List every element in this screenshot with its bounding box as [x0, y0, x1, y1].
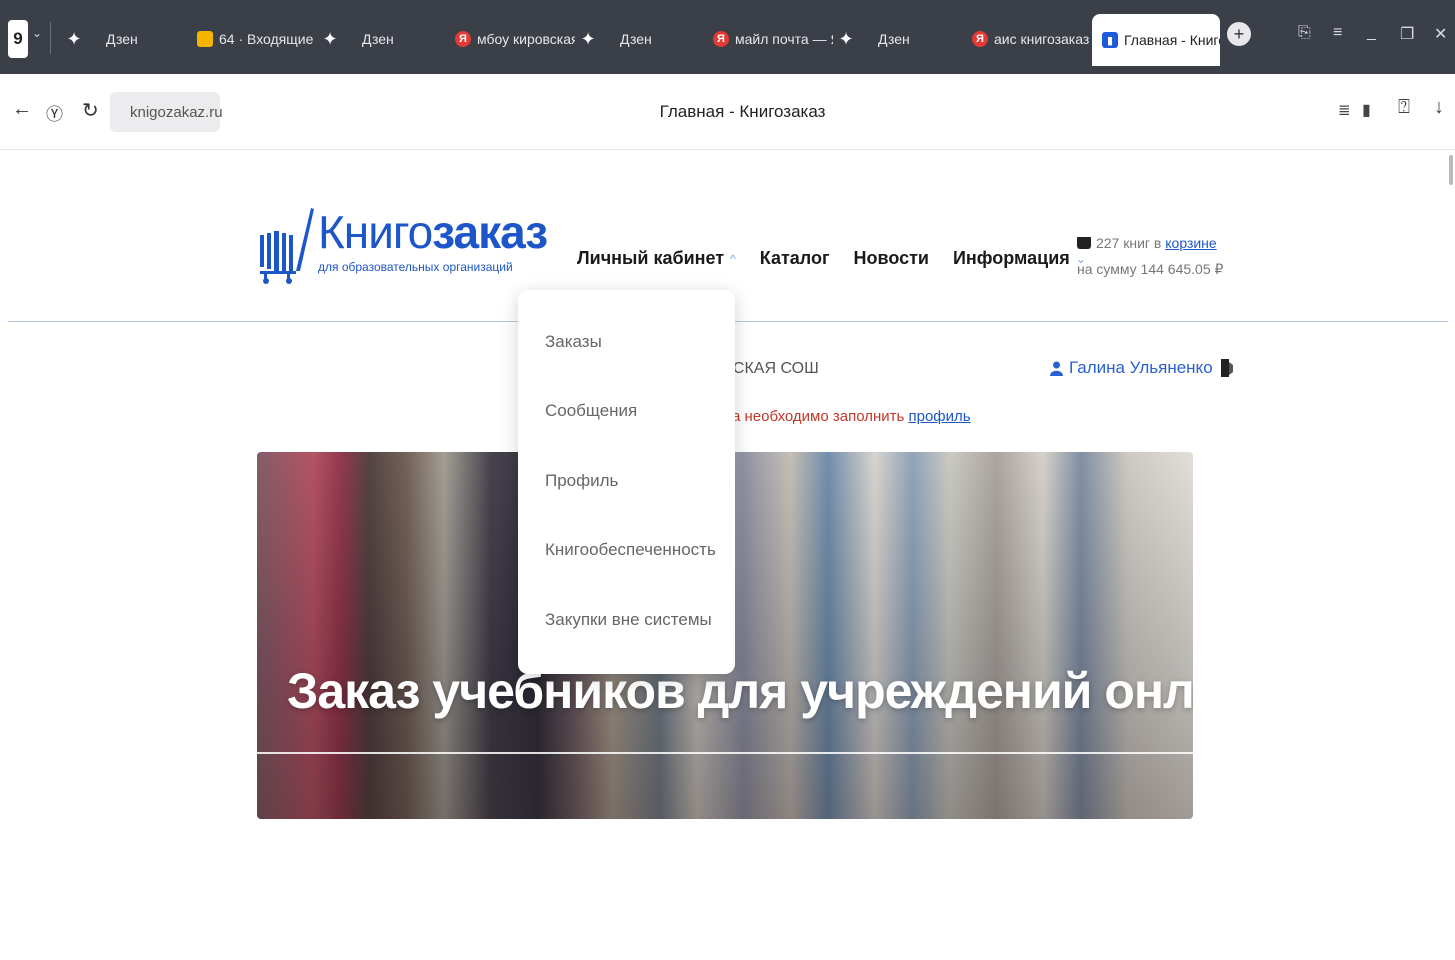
logout-icon[interactable]: [1220, 359, 1233, 377]
cart-count-text: 227 книг в: [1096, 235, 1162, 251]
banner-title: Заказ учебников для учреждений онлайн: [287, 663, 1193, 719]
zen-icon: ✦: [322, 28, 338, 49]
scrollbar[interactable]: [1449, 155, 1453, 185]
menu-item-orders[interactable]: Заказы: [545, 332, 602, 352]
tab-label: Дзен: [106, 31, 138, 47]
tab-label: майл почта — Янде: [735, 31, 833, 47]
nav-news-label: Новости: [853, 248, 929, 268]
browser-tab-strip: 9 ⌄ ✦ Дзен 64 · Входящие — Ян ✦ Дзен Я м…: [0, 0, 1455, 74]
books-cart-icon: [260, 208, 314, 284]
tab-counter[interactable]: 9: [8, 20, 28, 58]
tab-label: аис книгозаказ — Я: [994, 31, 1090, 47]
tab-ais-search[interactable]: Я аис книгозаказ — Я: [972, 20, 1090, 58]
banner-divider: [257, 752, 1193, 754]
logo-text-bold: заказ: [432, 206, 548, 258]
menu-item-profile[interactable]: Профиль: [545, 471, 618, 491]
page-title: Главная - Книгозаказ: [659, 102, 826, 121]
bookmark-page-icon[interactable]: ▮: [1362, 100, 1371, 120]
new-tab-button[interactable]: +: [1227, 22, 1251, 46]
chevron-down-icon[interactable]: ⌄: [32, 26, 42, 40]
nav-catalog-label: Каталог: [759, 248, 830, 268]
nav-info-label: Информация: [952, 248, 1070, 268]
tab-label: Главная - Книгоз: [1124, 32, 1220, 48]
menu-item-messages[interactable]: Сообщения: [545, 401, 637, 421]
tab-dzen-2[interactable]: ✦ Дзен: [322, 20, 442, 58]
logo-subtitle: для образовательных организаций: [318, 260, 513, 274]
zen-icon: ✦: [580, 28, 596, 49]
chevron-up-icon: ^: [730, 251, 736, 266]
tab-divider: [50, 22, 51, 54]
knigozakaz-icon: ▮: [1102, 32, 1118, 48]
minimize-icon[interactable]: _: [1367, 24, 1376, 42]
site-logo[interactable]: Книгозаказ для образовательных организац…: [258, 205, 548, 305]
close-window-icon[interactable]: ✕: [1434, 24, 1447, 44]
nav-cabinet-label: Личный кабинет: [577, 248, 725, 268]
tab-dzen-1[interactable]: ✦ Дзен: [66, 20, 178, 58]
tab-knigozakaz-active[interactable]: ▮ Главная - Книгоз ✕: [1092, 14, 1220, 66]
tab-label: Дзен: [878, 31, 910, 47]
yandex-icon: Я: [455, 31, 471, 47]
tab-mbou-search[interactable]: Я мбоу кировская сош: [455, 20, 575, 58]
nav-cabinet[interactable]: Личный кабинет ^: [577, 248, 736, 269]
nav-news[interactable]: Новости: [854, 248, 929, 269]
yandex-icon: Я: [972, 31, 988, 47]
tab-label: Дзен: [620, 31, 652, 47]
tab-label: Дзен: [362, 31, 394, 47]
tab-dzen-4[interactable]: ✦ Дзен: [838, 20, 958, 58]
logo-text: Книгозаказ: [318, 205, 548, 259]
profile-link[interactable]: профиль: [909, 408, 971, 425]
cart-total: на сумму 144 645.05 ₽: [1077, 261, 1224, 277]
profile-notice: а необходимо заполнить профиль: [732, 408, 971, 425]
extensions-icon[interactable]: ⍰: [1398, 96, 1410, 119]
menu-icon[interactable]: ≡: [1333, 24, 1342, 42]
restore-icon[interactable]: ❐: [1400, 24, 1414, 44]
cabinet-dropdown-menu: Заказы Сообщения Профиль Книгообеспеченн…: [518, 290, 735, 674]
address-bar: ← Ⓨ ↻ knigozakaz.ru Главная - Книгозаказ…: [0, 74, 1455, 150]
main-nav: Личный кабинет ^ Каталог Новости Информа…: [577, 248, 1110, 269]
yandex-icon: Я: [713, 31, 729, 47]
nav-catalog[interactable]: Каталог: [760, 248, 830, 269]
cart-summary: 227 книг в корзине на сумму 144 645.05 ₽: [1077, 230, 1223, 282]
cart-link[interactable]: корзине: [1165, 235, 1216, 251]
notice-text: а необходимо заполнить: [732, 408, 905, 425]
logo-text-light: Книго: [318, 206, 433, 258]
reader-mode-icon[interactable]: ≣: [1338, 101, 1351, 119]
tab-mail-inbox[interactable]: 64 · Входящие — Ян: [197, 20, 317, 58]
download-icon[interactable]: ↓: [1434, 96, 1444, 119]
nav-info[interactable]: Информация ⌄: [953, 248, 1086, 269]
cart-icon: [1077, 237, 1091, 249]
user-profile-link[interactable]: Галина Ульяненко: [1050, 358, 1233, 378]
tab-label: мбоу кировская сош: [477, 31, 575, 47]
mail-icon: [197, 31, 213, 47]
user-icon: [1050, 361, 1063, 376]
tab-label: 64 · Входящие — Ян: [219, 31, 317, 47]
menu-item-external-purchases[interactable]: Закупки вне системы: [545, 610, 712, 630]
tab-dzen-3[interactable]: ✦ Дзен: [580, 20, 700, 58]
user-name: Галина Ульяненко: [1069, 358, 1213, 377]
zen-icon: ✦: [838, 28, 854, 49]
menu-item-book-supply[interactable]: Книгообеспеченность: [545, 540, 716, 560]
zen-icon: ✦: [66, 28, 82, 49]
bookmark-icon[interactable]: ⎘: [1298, 24, 1311, 42]
tab-mail-search[interactable]: Я майл почта — Янде: [713, 20, 833, 58]
